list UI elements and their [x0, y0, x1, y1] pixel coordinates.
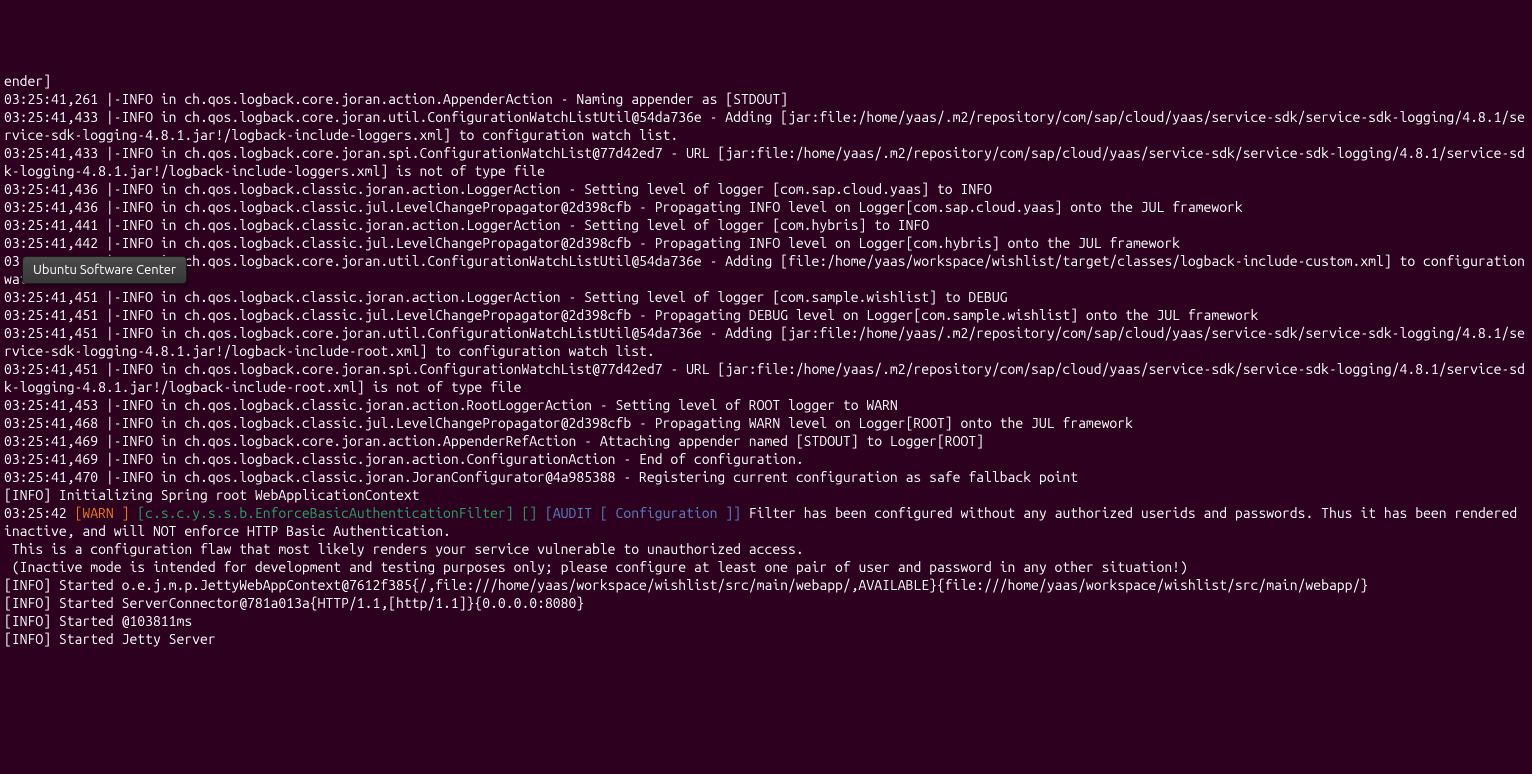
log-line: 03:25:41,451 |-INFO in ch.qos.logback.co… [4, 360, 1528, 396]
log-line: [INFO] Started ServerConnector@781a013a{… [4, 594, 1528, 612]
log-line: 03:25:41,433 |-INFO in ch.qos.logback.co… [4, 144, 1528, 180]
log-line: 03:25:41,451 |-INFO in ch.qos.logback.cl… [4, 288, 1528, 306]
log-line: 03:25:41,469 |-INFO in ch.qos.logback.cl… [4, 450, 1528, 468]
log-line: 03:25:41,442 |-INFO in ch.qos.logback.cl… [4, 234, 1528, 252]
log-line: (Inactive mode is intended for developme… [4, 558, 1528, 576]
log-segment-logger-class: [c.s.c.y.s.s.b.EnforceBasicAuthenticatio… [137, 505, 513, 521]
log-line: This is a configuration flaw that most l… [4, 540, 1528, 558]
log-segment-logger-class: [] [521, 505, 537, 521]
terminal-output[interactable]: ender]03:25:41,261 |-INFO in ch.qos.logb… [4, 72, 1528, 648]
log-segment-warn: [WARN ] [75, 505, 130, 521]
log-segment-audit: [AUDIT [ Configuration ]] [545, 505, 741, 521]
log-line: 03:25:41,446 |-INFO in ch.qos.logback.co… [4, 252, 1528, 288]
log-line: ender] [4, 72, 1528, 90]
log-line: [INFO] Started o.e.j.m.p.JettyWebAppCont… [4, 576, 1528, 594]
log-line: 03:25:41,261 |-INFO in ch.qos.logback.co… [4, 90, 1528, 108]
log-line: [INFO] Started @103811ms [4, 612, 1528, 630]
log-line: 03:25:41,451 |-INFO in ch.qos.logback.co… [4, 324, 1528, 360]
log-line: [INFO] Started Jetty Server [4, 630, 1528, 648]
log-line: 03:25:41,441 |-INFO in ch.qos.logback.cl… [4, 216, 1528, 234]
log-line: 03:25:41,451 |-INFO in ch.qos.logback.cl… [4, 306, 1528, 324]
log-line: 03:25:41,436 |-INFO in ch.qos.logback.cl… [4, 180, 1528, 198]
log-line: 03:25:41,469 |-INFO in ch.qos.logback.co… [4, 432, 1528, 450]
log-line: 03:25:41,470 |-INFO in ch.qos.logback.cl… [4, 468, 1528, 486]
log-segment: 03:25:42 [4, 505, 75, 521]
log-line: 03:25:41,436 |-INFO in ch.qos.logback.cl… [4, 198, 1528, 216]
log-segment [537, 505, 545, 521]
log-line: [INFO] Initializing Spring root WebAppli… [4, 486, 1528, 504]
log-line: 03:25:41,453 |-INFO in ch.qos.logback.cl… [4, 396, 1528, 414]
log-line: 03:25:42 [WARN ] [c.s.c.y.s.s.b.EnforceB… [4, 504, 1528, 540]
tooltip-ubuntu-software-center: Ubuntu Software Center [22, 256, 187, 284]
log-line: 03:25:41,468 |-INFO in ch.qos.logback.cl… [4, 414, 1528, 432]
log-line: 03:25:41,433 |-INFO in ch.qos.logback.co… [4, 108, 1528, 144]
tooltip-label: Ubuntu Software Center [33, 263, 176, 277]
